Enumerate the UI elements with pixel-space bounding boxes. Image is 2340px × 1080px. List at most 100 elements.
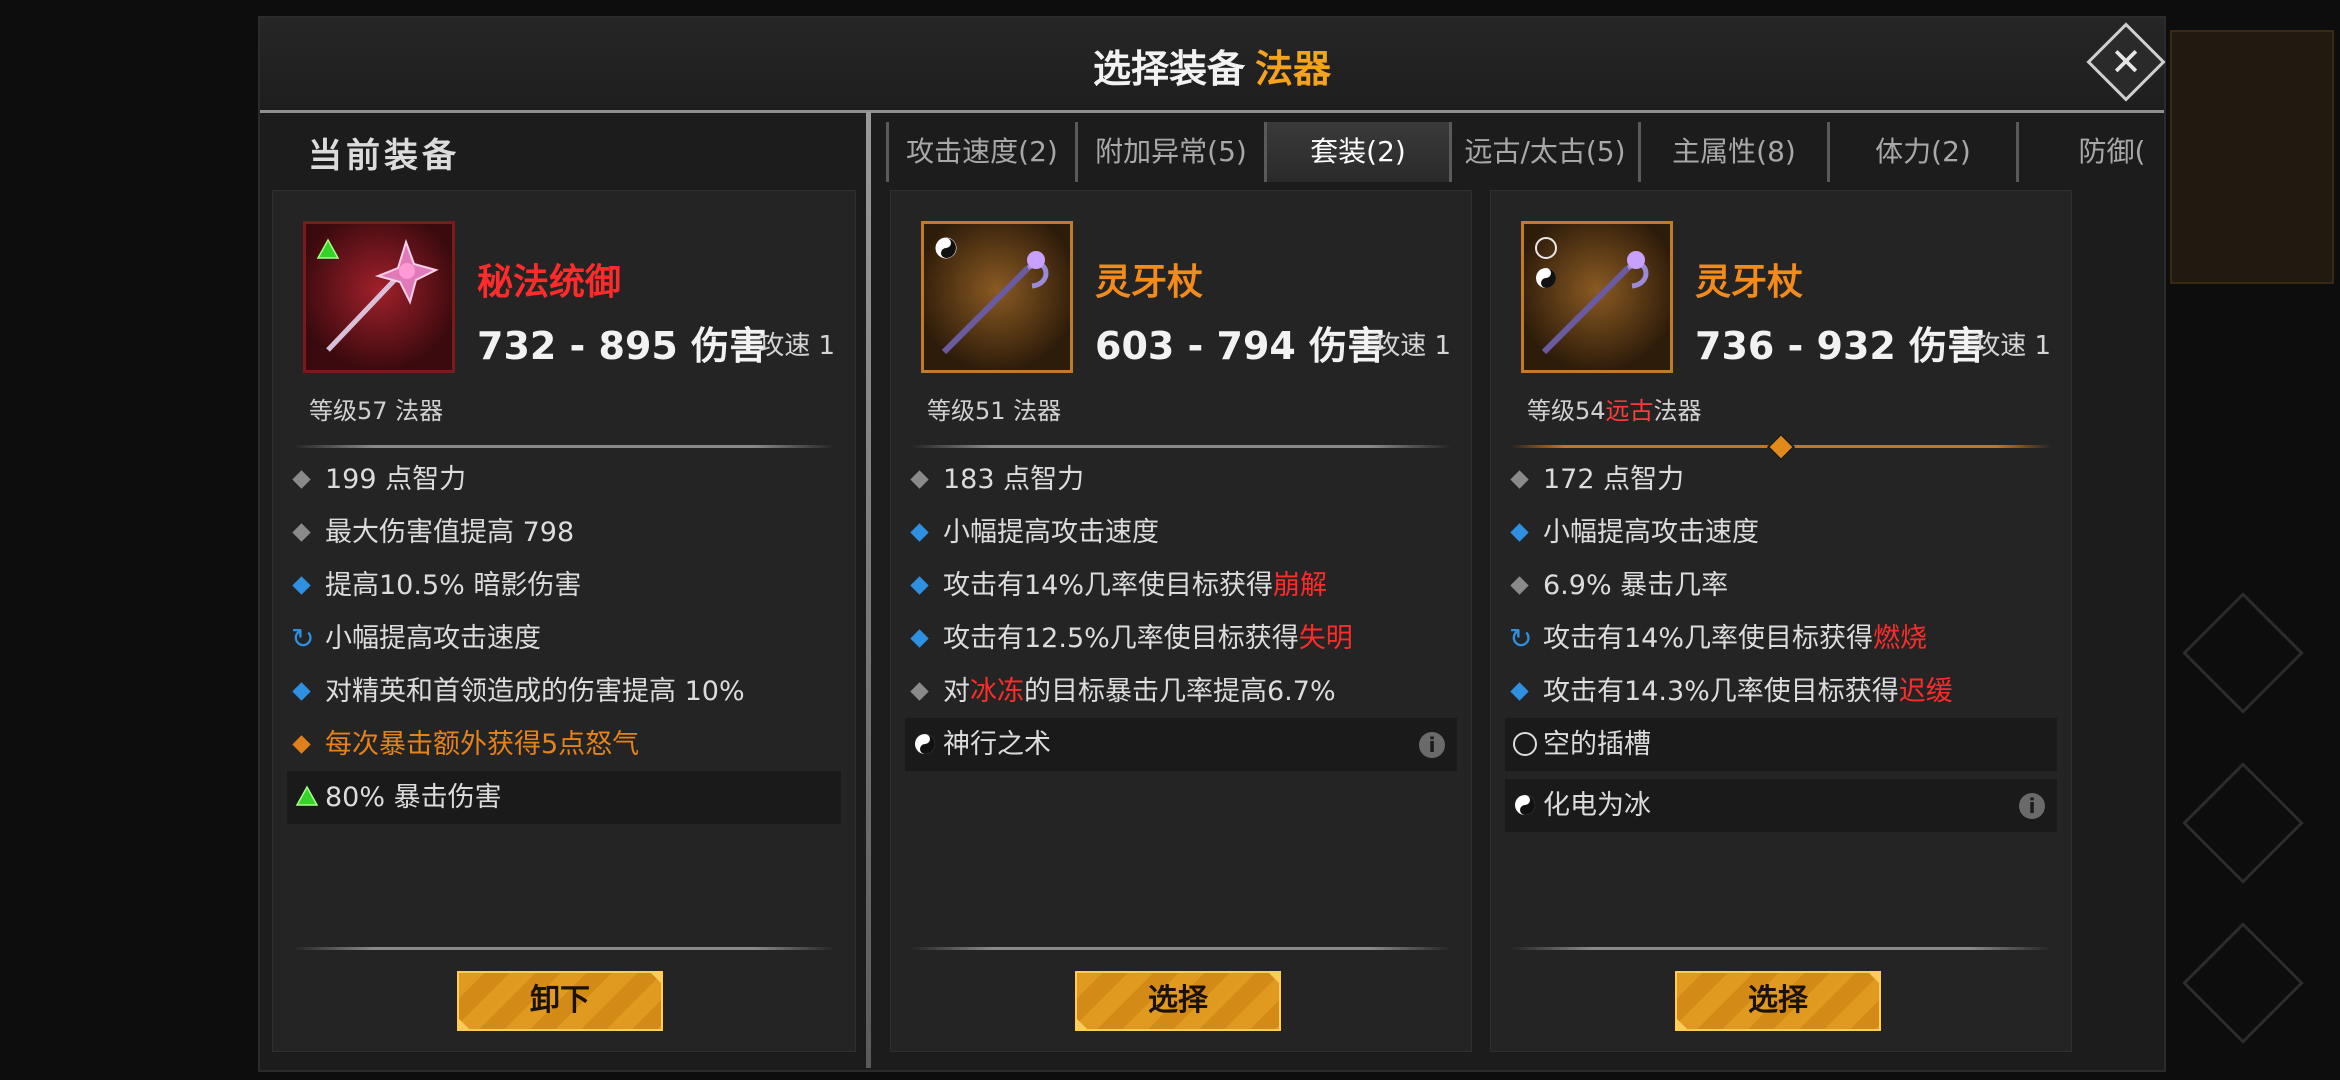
item-icon xyxy=(921,221,1073,373)
info-icon[interactable]: i xyxy=(2019,793,2045,819)
stat-line: ↻ 小幅提高攻击速度 xyxy=(273,612,855,665)
status-effect-text: 冰冻 xyxy=(970,676,1024,707)
item-name: 灵牙杖 xyxy=(1095,262,1204,303)
current-item-card: 秘法统御 732 - 895 伤害 攻速 1 等级57 法器 199 点智力 最… xyxy=(272,190,856,1052)
candidate-item-card[interactable]: 灵牙杖 603 - 794 伤害 攻速 1 等级51 法器 183 点智力 小幅… xyxy=(890,190,1472,1052)
empty-socket-icon xyxy=(1535,237,1557,259)
stat-text: 199 点智力 xyxy=(325,464,467,495)
ancient-label: 远古 xyxy=(1605,397,1654,425)
blue-diamond-icon xyxy=(910,576,929,595)
stat-line: 199 点智力 xyxy=(273,453,855,506)
level-type: 法器 xyxy=(1653,397,1702,425)
item-level: 等级57 法器 xyxy=(309,397,444,425)
button-corner xyxy=(1267,971,1281,985)
separator xyxy=(293,947,835,950)
level-text: 等级54 xyxy=(1527,397,1606,425)
item-stats: 183 点智力 小幅提高攻击速度 攻击有14%几率使目标获得崩解 攻击有12.5… xyxy=(891,453,1471,771)
stat-line: 对冰冻的目标暴击几率提高6.7% xyxy=(891,665,1471,718)
stat-line: 对精英和首领造成的伤害提高 10% xyxy=(273,665,855,718)
stat-line: 小幅提高攻击速度 xyxy=(1491,506,2071,559)
grey-diamond-icon xyxy=(1510,470,1529,489)
candidate-item-card[interactable]: 灵牙杖 736 - 932 伤害 攻速 1 等级54远古法器 172 点智力 小… xyxy=(1490,190,2072,1052)
stat-line: 172 点智力 xyxy=(1491,453,2071,506)
stat-line: 每次暴击额外获得5点怒气 xyxy=(273,718,855,771)
current-equipment-title: 当前装备 xyxy=(308,136,460,176)
empty-socket-line: 空的插槽 xyxy=(1505,718,2057,771)
reroll-icon: ↻ xyxy=(1509,622,1533,655)
stat-line: 最大伤害值提高 798 xyxy=(273,506,855,559)
blue-diamond-icon xyxy=(910,523,929,542)
stat-text: 183 点智力 xyxy=(943,464,1085,495)
blue-diamond-icon xyxy=(292,576,311,595)
info-icon[interactable]: i xyxy=(1419,732,1445,758)
reroll-icon: ↻ xyxy=(291,622,315,655)
dialog-title: 选择装备 法器 xyxy=(260,38,2164,93)
orange-diamond-icon xyxy=(292,735,311,754)
status-effect-text: 失明 xyxy=(1298,623,1353,654)
green-gem-icon xyxy=(295,785,319,806)
background-panel xyxy=(2170,30,2334,284)
item-icon xyxy=(1521,221,1673,373)
blue-diamond-icon xyxy=(1510,682,1529,701)
background-list-icon xyxy=(2182,922,2304,1044)
stat-text: 小幅提高攻击速度 xyxy=(1543,517,1759,548)
button-corner xyxy=(1867,971,1881,985)
item-attack-speed: 攻速 1 xyxy=(1974,331,2051,361)
blue-diamond-icon xyxy=(292,682,311,701)
button-corner xyxy=(457,1017,471,1031)
tab-status-effect[interactable]: 附加异常(5) xyxy=(1075,122,1264,182)
stat-text: 对 xyxy=(943,676,970,707)
button-corner xyxy=(1075,1017,1089,1031)
filter-tabs: 攻击速度(2) 附加异常(5) 套装(2) 远古/太古(5) 主属性(8) 体力… xyxy=(886,122,2156,188)
select-button[interactable]: 选择 xyxy=(1675,971,1881,1031)
set-stat-line: 化电为冰 i xyxy=(1505,779,2057,832)
panel-divider xyxy=(866,112,871,1068)
item-level: 等级54远古法器 xyxy=(1527,391,1702,426)
tab-ancient[interactable]: 远古/太古(5) xyxy=(1449,122,1638,182)
stat-text: 6.9% 暴击几率 xyxy=(1543,570,1729,601)
separator xyxy=(1511,947,2051,950)
grey-diamond-icon xyxy=(910,470,929,489)
tab-attack-speed[interactable]: 攻击速度(2) xyxy=(886,122,1075,182)
stat-line: 6.9% 暴击几率 xyxy=(1491,559,2071,612)
stat-text: 小幅提高攻击速度 xyxy=(943,517,1159,548)
stat-text: 攻击有14%几率使目标获得 xyxy=(1543,623,1874,654)
item-level: 等级51 法器 xyxy=(927,397,1062,425)
blue-diamond-icon xyxy=(1510,523,1529,542)
yin-yang-icon xyxy=(915,734,935,754)
background-potion-icon xyxy=(2182,762,2304,884)
yin-yang-icon xyxy=(1515,795,1535,815)
separator xyxy=(911,947,1451,950)
grey-diamond-icon xyxy=(910,682,929,701)
unequip-button[interactable]: 卸下 xyxy=(457,971,663,1031)
grey-diamond-icon xyxy=(292,523,311,542)
dialog-title-category: 法器 xyxy=(1255,47,1332,91)
item-stats: 199 点智力 最大伤害值提高 798 提高10.5% 暗影伤害 ↻ 小幅提高攻击… xyxy=(273,453,855,824)
stat-line: 攻击有12.5%几率使目标获得失明 xyxy=(891,612,1471,665)
stat-text: 提高10.5% 暗影伤害 xyxy=(325,570,582,601)
item-attack-speed: 攻速 1 xyxy=(1374,331,1451,361)
stat-text: 172 点智力 xyxy=(1543,464,1685,495)
tab-defense[interactable]: 防御( xyxy=(2016,122,2156,182)
tab-vitality[interactable]: 体力(2) xyxy=(1827,122,2016,182)
stat-text: 化电为冰 xyxy=(1543,790,1651,821)
item-damage: 736 - 932 伤害 xyxy=(1695,324,1986,368)
button-corner xyxy=(649,971,663,985)
stat-text: 对精英和首领造成的伤害提高 10% xyxy=(325,676,745,707)
select-button[interactable]: 选择 xyxy=(1075,971,1281,1031)
stat-line: 小幅提高攻击速度 xyxy=(891,506,1471,559)
item-attack-speed: 攻速 1 xyxy=(758,331,835,361)
item-name: 秘法统御 xyxy=(477,262,622,303)
stat-line: 183 点智力 xyxy=(891,453,1471,506)
yin-yang-icon xyxy=(935,237,957,259)
gem-stat-line: 80% 暴击伤害 xyxy=(287,771,841,824)
item-damage: 732 - 895 伤害 xyxy=(477,324,768,368)
tab-main-attribute[interactable]: 主属性(8) xyxy=(1638,122,1827,182)
button-label: 选择 xyxy=(1748,983,1808,1018)
tab-set[interactable]: 套装(2) xyxy=(1264,122,1449,182)
button-label: 选择 xyxy=(1148,983,1208,1018)
separator xyxy=(293,445,835,448)
button-label: 卸下 xyxy=(530,983,590,1018)
stat-line: ↻ 攻击有14%几率使目标获得燃烧 xyxy=(1491,612,2071,665)
stat-text: 每次暴击额外获得5点怒气 xyxy=(325,729,640,760)
